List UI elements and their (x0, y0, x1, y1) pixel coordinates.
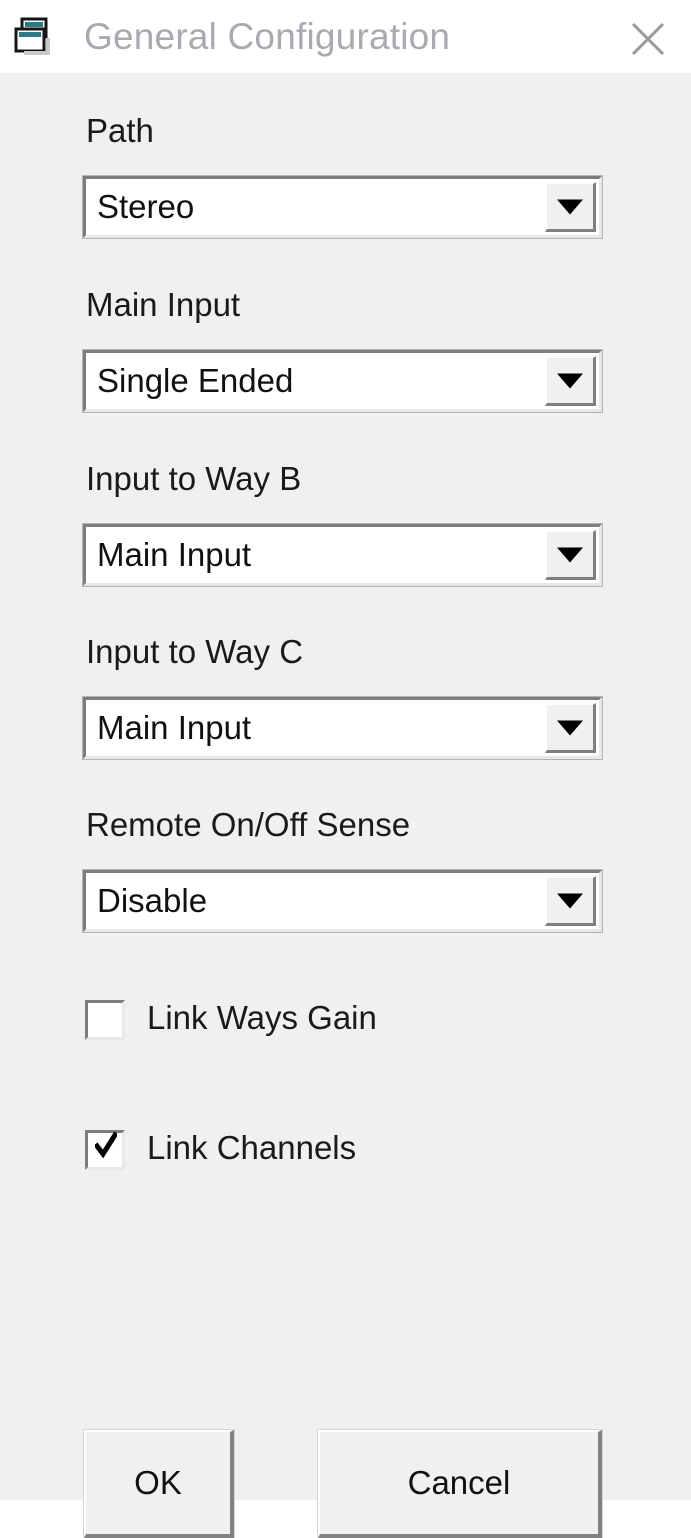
dropdown-input-to-way-b-value: Main Input (97, 536, 252, 573)
dropdown-path[interactable]: Stereo (82, 175, 603, 239)
dropdown-path-value: Stereo (97, 188, 195, 225)
chevron-down-icon-main-input[interactable] (545, 356, 596, 406)
label-main-input: Main Input (86, 286, 241, 323)
chevron-down-icon-path[interactable] (545, 182, 596, 232)
window-cascade-icon (14, 16, 56, 56)
chevron-down-icon-remote-on-off-sense[interactable] (545, 876, 596, 926)
dropdown-remote-on-off-sense[interactable]: Disable (82, 869, 603, 933)
ok-button[interactable]: OK (83, 1429, 235, 1538)
dropdown-main-input-value: Single Ended (97, 362, 294, 399)
dropdown-main-input[interactable]: Single Ended (82, 349, 603, 413)
label-input-to-way-c: Input to Way C (86, 633, 304, 670)
label-input-to-way-b: Input to Way B (86, 460, 302, 497)
title-bar: General Configuration (0, 0, 691, 73)
cancel-button[interactable]: Cancel (317, 1429, 603, 1538)
check-mark-icon (95, 1131, 117, 1159)
label-remote-on-off-sense: Remote On/Off Sense (86, 806, 411, 843)
checkbox-label-link-ways-gain: Link Ways Gain (147, 999, 377, 1036)
dropdown-input-to-way-c[interactable]: Main Input (82, 696, 603, 760)
window-title: General Configuration (84, 16, 451, 57)
close-icon[interactable] (627, 18, 669, 60)
dropdown-remote-on-off-sense-value: Disable (97, 882, 208, 919)
label-path: Path (86, 112, 154, 149)
checkbox-link-ways-gain[interactable] (85, 1000, 125, 1040)
general-configuration-dialog: General Configuration Path Stereo Main I… (0, 0, 691, 1538)
chevron-down-icon-input-to-way-c[interactable] (545, 703, 596, 753)
dropdown-input-to-way-c-value: Main Input (97, 709, 252, 746)
checkbox-link-channels[interactable] (85, 1130, 125, 1170)
dropdown-input-to-way-b[interactable]: Main Input (82, 523, 603, 587)
checkbox-label-link-channels: Link Channels (147, 1129, 357, 1166)
chevron-down-icon-input-to-way-b[interactable] (545, 530, 596, 580)
dialog-body: Path Stereo Main Input Single Ended Inpu… (0, 73, 691, 1538)
